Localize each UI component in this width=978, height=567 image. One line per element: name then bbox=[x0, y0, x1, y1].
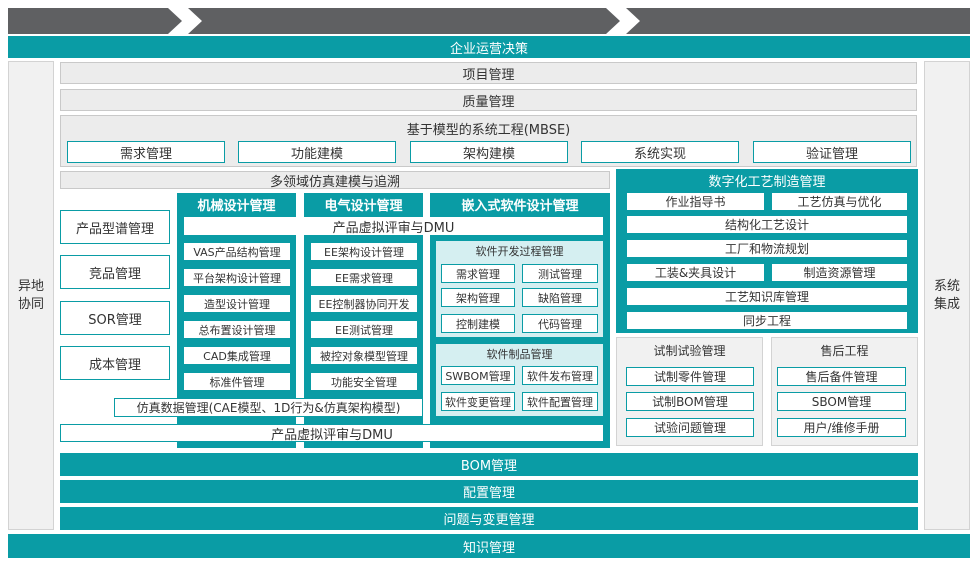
competitor-box: 竞品管理 bbox=[60, 255, 170, 289]
elec-item: 被控对象模型管理 bbox=[311, 347, 417, 364]
mbse-item: 功能建模 bbox=[238, 141, 396, 163]
issue-change-management-bar: 问题与变更管理 bbox=[60, 507, 918, 530]
mech-item: 总布置设计管理 bbox=[184, 321, 290, 338]
configuration-management-bar: 配置管理 bbox=[60, 480, 918, 503]
mech-item: 平台架构设计管理 bbox=[184, 269, 290, 286]
digital-item: 同步工程 bbox=[627, 312, 907, 329]
digital-item: 作业指导书 bbox=[627, 193, 764, 210]
artifact-item: 软件配置管理 bbox=[522, 392, 598, 411]
arrow-segment-2 bbox=[188, 8, 620, 34]
trial-item: 试验问题管理 bbox=[626, 418, 754, 437]
elec-item: EE控制器协同开发 bbox=[311, 295, 417, 312]
elec-item: EE需求管理 bbox=[311, 269, 417, 286]
mbse-item: 验证管理 bbox=[753, 141, 911, 163]
simulation-data-bar: 仿真数据管理(CAE模型、1D行为&仿真架构模型) bbox=[114, 398, 423, 417]
embedded-title: 嵌入式软件设计管理 bbox=[461, 198, 579, 214]
digital-item: 工艺知识库管理 bbox=[627, 288, 907, 305]
software-artifact-title: 软件制品管理 bbox=[486, 348, 553, 361]
project-management-bar: 项目管理 bbox=[60, 62, 917, 84]
software-dev-process-title: 软件开发过程管理 bbox=[475, 245, 564, 258]
arrow-segment-1 bbox=[8, 8, 182, 34]
mbse-item: 需求管理 bbox=[67, 141, 225, 163]
dev-item: 需求管理 bbox=[441, 264, 515, 283]
mbse-item: 系统实现 bbox=[581, 141, 739, 163]
cost-box: 成本管理 bbox=[60, 346, 170, 380]
after-sales-title: 售后工程 bbox=[820, 343, 869, 358]
after-sales-item: 用户/维修手册 bbox=[777, 418, 906, 437]
electrical-title: 电气设计管理 bbox=[324, 198, 403, 214]
knowledge-management-bar: 知识管理 bbox=[8, 534, 970, 558]
dmu-bottom-bar: 产品虚拟评审与DMU bbox=[60, 424, 604, 443]
mech-item: CAD集成管理 bbox=[184, 347, 290, 364]
artifact-item: SWBOM管理 bbox=[441, 366, 515, 385]
trial-item: 试制零件管理 bbox=[626, 367, 754, 386]
mech-item: VAS产品结构管理 bbox=[184, 243, 290, 260]
digital-item: 工装&夹具设计 bbox=[627, 264, 764, 281]
mbse-item: 架构建模 bbox=[410, 141, 568, 163]
dev-item: 架构管理 bbox=[441, 288, 515, 307]
sor-box: SOR管理 bbox=[60, 301, 170, 335]
elec-item: EE架构设计管理 bbox=[311, 243, 417, 260]
digital-manufacturing-title: 数字化工艺制造管理 bbox=[708, 174, 826, 190]
mech-item: 标准件管理 bbox=[184, 373, 290, 390]
dev-item: 测试管理 bbox=[522, 264, 598, 283]
elec-item: 功能安全管理 bbox=[311, 373, 417, 390]
after-sales-item: 售后备件管理 bbox=[777, 367, 906, 386]
after-sales-item: SBOM管理 bbox=[777, 392, 906, 411]
dev-item: 缺陷管理 bbox=[522, 288, 598, 307]
bom-management-bar: BOM管理 bbox=[60, 453, 918, 476]
artifact-item: 软件变更管理 bbox=[441, 392, 515, 411]
digital-item: 制造资源管理 bbox=[772, 264, 907, 281]
mechanical-title: 机械设计管理 bbox=[197, 198, 276, 214]
quality-management-bar: 质量管理 bbox=[60, 89, 917, 111]
mech-item: 造型设计管理 bbox=[184, 295, 290, 312]
digital-item: 结构化工艺设计 bbox=[627, 216, 907, 233]
digital-item: 工艺仿真与优化 bbox=[772, 193, 907, 210]
mbse-panel: 基于模型的系统工程(MBSE) 需求管理 功能建模 架构建模 系统实现 验证管理 bbox=[60, 115, 917, 167]
enterprise-decision-bar: 企业运营决策 bbox=[8, 36, 970, 58]
dmu-top-bar: 产品虚拟评审与DMU bbox=[184, 217, 603, 236]
remote-collaboration-column: 异地 协同 bbox=[8, 61, 54, 530]
trial-production-title: 试制试验管理 bbox=[653, 343, 726, 358]
product-family-box: 产品型谱管理 bbox=[60, 210, 170, 244]
top-arrow-banner bbox=[8, 8, 970, 34]
elec-item: EE测试管理 bbox=[311, 321, 417, 338]
arrow-segment-3 bbox=[626, 8, 970, 34]
trial-item: 试制BOM管理 bbox=[626, 392, 754, 411]
mbse-title: 基于模型的系统工程(MBSE) bbox=[406, 122, 571, 138]
multi-domain-simulation-bar: 多领域仿真建模与追溯 bbox=[60, 171, 610, 190]
system-integration-column: 系统 集成 bbox=[924, 61, 970, 530]
dev-item: 控制建模 bbox=[441, 314, 515, 333]
digital-item: 工厂和物流规划 bbox=[627, 240, 907, 257]
artifact-item: 软件发布管理 bbox=[522, 366, 598, 385]
dev-item: 代码管理 bbox=[522, 314, 598, 333]
